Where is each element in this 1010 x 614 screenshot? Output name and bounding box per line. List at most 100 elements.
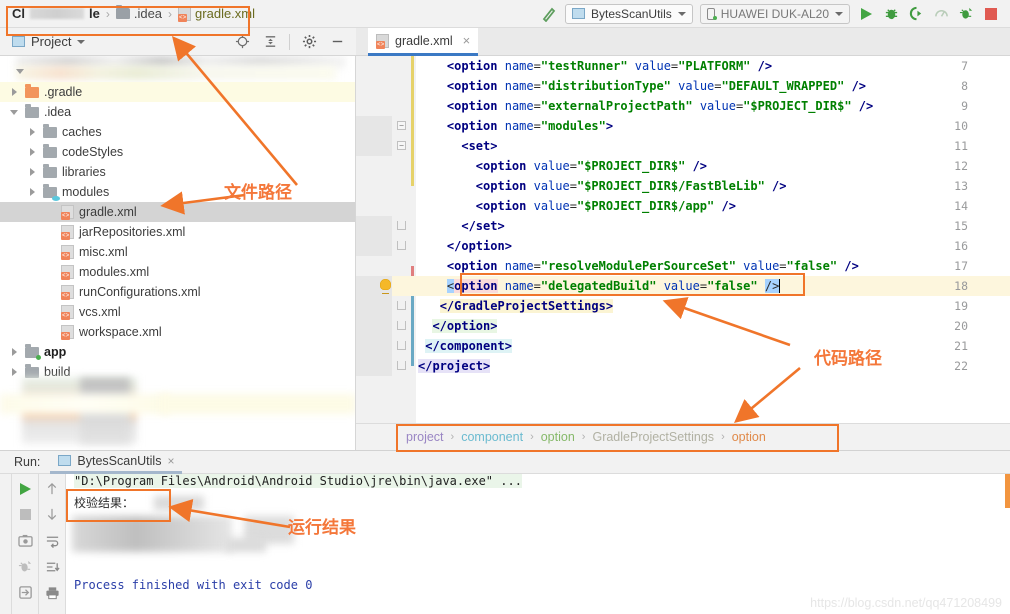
close-icon[interactable]: × xyxy=(167,454,174,468)
code-line[interactable]: </option> xyxy=(418,236,512,256)
project-panel-title: Project xyxy=(31,34,71,49)
code-line[interactable]: </set> xyxy=(418,216,505,236)
build-hammer-icon[interactable] xyxy=(540,5,558,23)
code-line[interactable]: </component> xyxy=(418,336,512,356)
fold-end-icon[interactable] xyxy=(397,221,406,230)
tree-item-misc-xml[interactable]: misc.xml xyxy=(0,242,356,262)
gutter-line-shade xyxy=(356,116,392,136)
tree-item-runconfigurations-xml[interactable]: runConfigurations.xml xyxy=(0,282,356,302)
project-tree[interactable]: .gradle.ideacachescodeStyleslibrariesmod… xyxy=(0,56,356,450)
breadcrumb-item-gradle-project-settings[interactable]: GradleProjectSettings xyxy=(592,430,714,444)
fold-end-icon[interactable] xyxy=(397,341,406,350)
target-icon[interactable] xyxy=(233,33,251,51)
tree-expand-arrow[interactable] xyxy=(10,87,20,97)
play-icon[interactable] xyxy=(857,5,875,23)
tree-item-gradle-xml[interactable]: gradle.xml xyxy=(0,202,356,222)
apply-changes-icon[interactable] xyxy=(957,5,975,23)
arrow-up-icon[interactable] xyxy=(44,480,61,497)
gear-icon[interactable] xyxy=(300,33,318,51)
close-icon[interactable]: × xyxy=(463,33,471,48)
code-line[interactable]: <option name="testRunner" value="PLATFOR… xyxy=(418,56,772,76)
tree-item-jarrepositories-xml[interactable]: jarRepositories.xml xyxy=(0,222,356,242)
code-line[interactable]: <option name="delegatedBuild" value="fal… xyxy=(418,276,780,296)
code-line[interactable]: <option name="distributionType" value="D… xyxy=(418,76,866,96)
code-line[interactable]: <option value="$PROJECT_DIR$/FastBleLib"… xyxy=(418,176,787,196)
code-editor[interactable]: 7 <option name="testRunner" value="PLATF… xyxy=(356,56,1010,423)
fold-end-icon[interactable] xyxy=(397,241,406,250)
stop-square-icon[interactable] xyxy=(982,5,1000,23)
profiler-icon[interactable] xyxy=(932,5,950,23)
run-tab-bytesscanutils[interactable]: BytesScanUtils × xyxy=(50,450,182,474)
tree-item-workspace-xml[interactable]: workspace.xml xyxy=(0,322,356,342)
tree-expand-arrow[interactable] xyxy=(28,127,38,137)
code-line[interactable]: <option value="$PROJECT_DIR$" /> xyxy=(418,156,707,176)
export-icon[interactable] xyxy=(17,584,34,601)
breadcrumb-project[interactable]: Cl le xyxy=(12,6,100,21)
bug-icon[interactable] xyxy=(882,5,900,23)
tree-item-caches[interactable]: caches xyxy=(0,122,356,142)
stop-square-icon[interactable] xyxy=(17,506,34,523)
tree-item-label: modules.xml xyxy=(79,265,149,279)
folder-icon xyxy=(43,167,57,178)
tree-indent-spacer xyxy=(46,287,56,297)
code-line[interactable]: <set> xyxy=(418,136,498,156)
apply-changes-icon[interactable] xyxy=(17,558,34,575)
console-scrollbar-marker[interactable] xyxy=(1005,474,1010,508)
collapse-all-icon[interactable] xyxy=(261,33,279,51)
tree-item-codestyles[interactable]: codeStyles xyxy=(0,142,356,162)
play-icon[interactable] xyxy=(17,480,34,497)
line-number: 20 xyxy=(948,319,968,333)
camera-icon[interactable] xyxy=(17,532,34,549)
code-line[interactable]: </option> xyxy=(418,316,497,336)
run-configuration-selector[interactable]: BytesScanUtils xyxy=(565,4,693,24)
breadcrumb-item-project[interactable]: project xyxy=(406,430,444,444)
tree-item-modules[interactable]: modules xyxy=(0,182,356,202)
printer-icon[interactable] xyxy=(44,584,61,601)
tree-item-libraries[interactable]: libraries xyxy=(0,162,356,182)
code-line[interactable]: <option name="modules"> xyxy=(418,116,613,136)
tree-item-app[interactable]: app xyxy=(0,342,356,362)
breadcrumb-item-option-2[interactable]: option xyxy=(732,430,766,444)
breadcrumb-item-component[interactable]: component xyxy=(461,430,523,444)
tree-expand-arrow[interactable] xyxy=(28,147,38,157)
tree-indent-spacer xyxy=(46,247,56,257)
code-line[interactable]: <option name="resolveModulePerSourceSet"… xyxy=(418,256,859,276)
tree-item--idea[interactable]: .idea xyxy=(0,102,356,122)
tree-item-vcs-xml[interactable]: vcs.xml xyxy=(0,302,356,322)
tree-expand-arrow[interactable] xyxy=(10,347,20,357)
intention-bulb-icon[interactable] xyxy=(380,279,391,290)
device-selector[interactable]: HUAWEI DUK-AL20 xyxy=(700,4,850,24)
arrow-down-icon[interactable] xyxy=(44,506,61,523)
code-line[interactable]: <option name="externalProjectPath" value… xyxy=(418,96,873,116)
line-number: 16 xyxy=(948,239,968,253)
code-line[interactable]: </project> xyxy=(418,356,490,376)
tree-item--gradle[interactable]: .gradle xyxy=(0,82,356,102)
root-expand-arrow[interactable] xyxy=(16,66,26,76)
breadcrumb-idea[interactable]: .idea xyxy=(116,6,162,21)
run-console-output[interactable]: "D:\Program Files\Android\Android Studio… xyxy=(66,474,1010,614)
minus-icon[interactable] xyxy=(328,33,346,51)
fold-end-icon[interactable] xyxy=(397,361,406,370)
tree-expand-arrow[interactable] xyxy=(10,107,20,117)
console-line-command: "D:\Program Files\Android\Android Studio… xyxy=(74,474,522,488)
fold-collapse-icon[interactable]: − xyxy=(397,141,406,150)
breadcrumb-item-option[interactable]: option xyxy=(541,430,575,444)
tree-expand-arrow[interactable] xyxy=(28,167,38,177)
breadcrumb-gradle-xml[interactable]: gradle.xml xyxy=(178,6,255,21)
fold-collapse-icon[interactable]: − xyxy=(397,121,406,130)
chevron-down-icon[interactable] xyxy=(77,40,85,44)
scroll-to-end-icon[interactable] xyxy=(44,558,61,575)
tree-expand-arrow[interactable] xyxy=(28,187,38,197)
editor-tab-gradle-xml[interactable]: gradle.xml × xyxy=(368,28,478,56)
fold-end-icon[interactable] xyxy=(397,321,406,330)
tree-item-modules-xml[interactable]: modules.xml xyxy=(0,262,356,282)
chevron-down-icon xyxy=(678,12,686,16)
fold-end-icon[interactable] xyxy=(397,301,406,310)
attach-debug-icon[interactable] xyxy=(907,5,925,23)
breadcrumb-sep-2: › xyxy=(530,431,534,443)
code-line[interactable]: <option value="$PROJECT_DIR$/app" /> xyxy=(418,196,736,216)
soft-wrap-icon[interactable] xyxy=(44,532,61,549)
code-line[interactable]: </GradleProjectSettings> xyxy=(418,296,613,316)
tree-expand-arrow[interactable] xyxy=(10,367,20,377)
breadcrumb-idea-label: .idea xyxy=(134,6,162,21)
